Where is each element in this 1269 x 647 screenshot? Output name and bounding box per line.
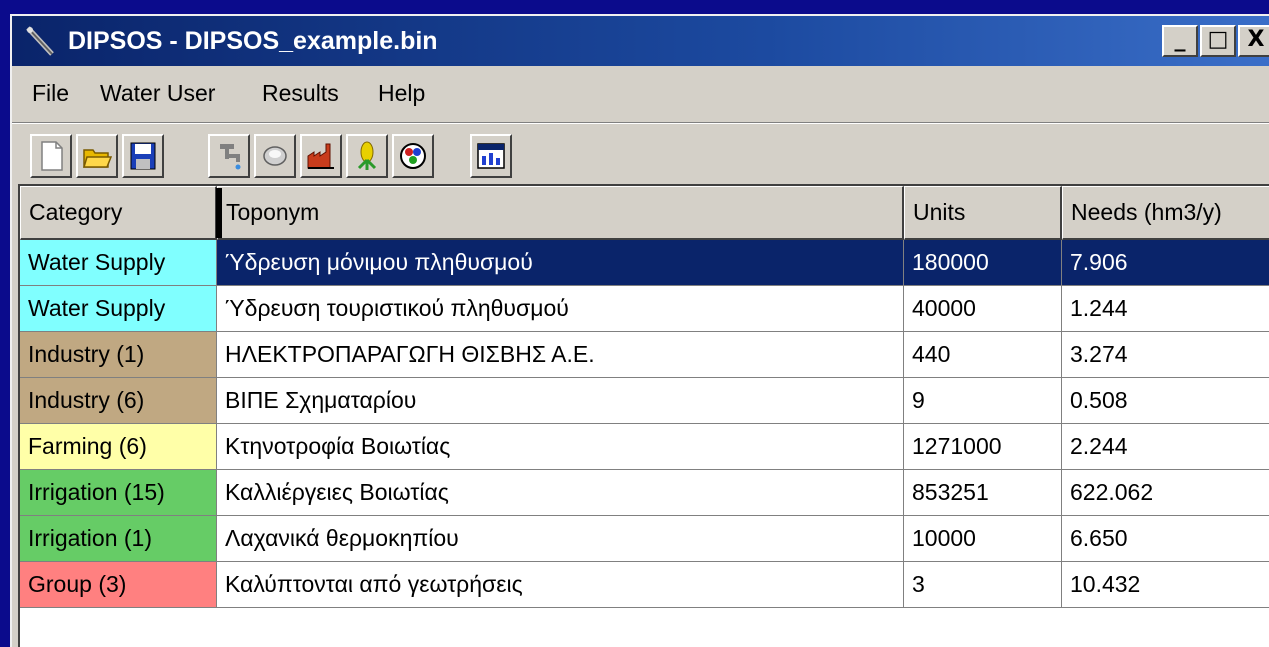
cell-needs[interactable]: 622.062 [1062,470,1269,516]
header-toponym[interactable]: Toponym [217,186,904,240]
cell-category[interactable]: Industry (1) [20,332,217,378]
close-button[interactable]: X [1238,25,1269,57]
table-row[interactable]: Industry (1) ΗΛΕΚΤΡΟΠΑΡΑΓΩΓΗ ΘΙΣΒΗΣ Α.Ε. 4… [20,332,1269,378]
results-window-button[interactable] [470,134,512,178]
title-bar[interactable]: DIPSOS - DIPSOS_example.bin _ □ X [12,16,1269,66]
table-row[interactable]: Water Supply Ύδρευση τουριστικού πληθυσμο… [20,286,1269,332]
water-users-grid[interactable]: Category Toponym Units Needs (hm3/y) Wat… [18,184,1269,647]
irrigation-icon [357,141,377,170]
cell-needs[interactable]: 1.244 [1062,286,1269,332]
cell-units[interactable]: 853251 [904,470,1062,516]
cell-category[interactable]: Irrigation (1) [20,516,217,562]
cell-units[interactable]: 440 [904,332,1062,378]
cell-units[interactable]: 1271000 [904,424,1062,470]
save-button[interactable] [122,134,164,178]
header-needs[interactable]: Needs (hm3/y) [1062,186,1269,240]
cell-toponym[interactable]: Καλύπτονται από γεωτρήσεις [217,562,904,608]
cell-toponym[interactable]: ΗΛΕΚΤΡΟΠΑΡΑΓΩΓΗ ΘΙΣΒΗΣ Α.Ε. [217,332,904,378]
cell-category[interactable]: Water Supply [20,240,217,286]
menu-help[interactable]: Help [378,78,425,108]
new-icon [41,141,63,171]
open-button[interactable] [76,134,118,178]
cell-toponym[interactable]: Κτηνοτροφία Βοιωτίας [217,424,904,470]
cell-units[interactable]: 10000 [904,516,1062,562]
table-row[interactable]: Industry (6) ΒΙΠΕ Σχηματαρίου 9 0.508 [20,378,1269,424]
water-tap-icon [220,144,241,170]
maximize-button[interactable]: □ [1200,25,1236,57]
menu-results[interactable]: Results [262,78,339,108]
cell-units[interactable]: 3 [904,562,1062,608]
save-icon [130,142,156,170]
cell-toponym[interactable]: Λαχανικά θερμοκηπίου [217,516,904,562]
group-button[interactable] [392,134,434,178]
table-row[interactable]: Water Supply Ύδρευση μόνιμου πληθυσμού 180… [20,240,1269,286]
water-supply-button[interactable] [208,134,250,178]
cell-needs[interactable]: 7.906 [1062,240,1269,286]
table-row[interactable]: Irrigation (15) Καλλιέργειες Βοιωτίας 8532… [20,470,1269,516]
menu-bar: File Water User Results Help [12,66,1269,123]
tourism-button[interactable] [254,134,296,178]
cell-needs[interactable]: 10.432 [1062,562,1269,608]
menu-water-user[interactable]: Water User [100,78,215,108]
cell-toponym[interactable]: Ύδρευση μόνιμου πληθυσμού [217,240,904,286]
main-window: DIPSOS - DIPSOS_example.bin _ □ X File W… [10,14,1269,647]
cell-units[interactable]: 9 [904,378,1062,424]
cell-units[interactable]: 40000 [904,286,1062,332]
cell-category[interactable]: Group (3) [20,562,217,608]
irrigation-button[interactable] [346,134,388,178]
table-row[interactable]: Irrigation (1) Λαχανικά θερμοκηπίου 10000 6… [20,516,1269,562]
app-icon [26,26,54,56]
table-row[interactable]: Group (3) Καλύπτονται από γεωτρήσεις 3 10.4… [20,562,1269,608]
open-folder-icon [82,149,112,168]
column-resize-marker [216,188,222,238]
header-units[interactable]: Units [904,186,1062,240]
cell-category[interactable]: Irrigation (15) [20,470,217,516]
table-row[interactable]: Farming (6) Κτηνοτροφία Βοιωτίας 1271000 2.… [20,424,1269,470]
cell-needs[interactable]: 6.650 [1062,516,1269,562]
grid-body: Category Toponym Units Needs (hm3/y) Wat… [20,186,1269,647]
empty-row [20,608,1269,647]
window-title: DIPSOS - DIPSOS_example.bin [68,27,438,55]
cell-category[interactable]: Water Supply [20,286,217,332]
cell-toponym[interactable]: Ύδρευση τουριστικού πληθυσμού [217,286,904,332]
cell-needs[interactable]: 3.274 [1062,332,1269,378]
minimize-button[interactable]: _ [1162,25,1198,57]
group-icon [400,143,426,169]
cell-needs[interactable]: 0.508 [1062,378,1269,424]
results-window-icon [477,143,505,169]
menu-file[interactable]: File [32,78,69,108]
industry-button[interactable] [300,134,342,178]
cell-category[interactable]: Farming (6) [20,424,217,470]
cell-category[interactable]: Industry (6) [20,378,217,424]
header-category[interactable]: Category [20,186,217,240]
tourism-icon [263,146,287,166]
cell-toponym[interactable]: ΒΙΠΕ Σχηματαρίου [217,378,904,424]
industry-icon [307,143,334,169]
cell-needs[interactable]: 2.244 [1062,424,1269,470]
toolbar [12,123,1269,182]
new-button[interactable] [30,134,72,178]
cell-toponym[interactable]: Καλλιέργειες Βοιωτίας [217,470,904,516]
cell-units[interactable]: 180000 [904,240,1062,286]
